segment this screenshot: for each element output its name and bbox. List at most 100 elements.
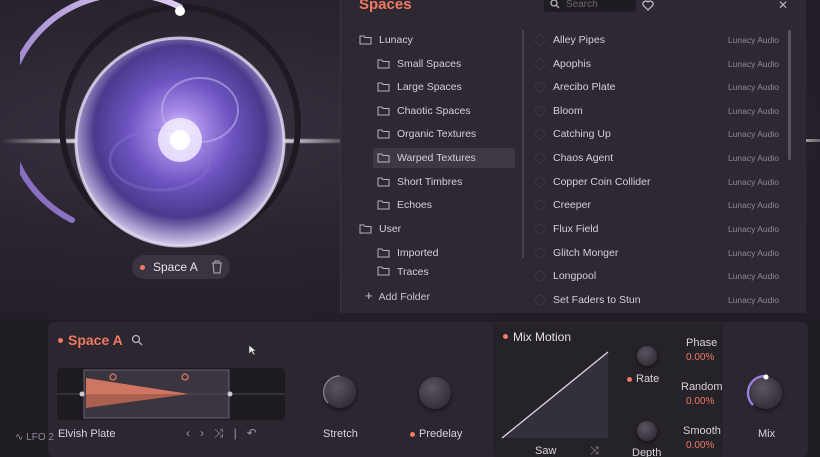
preset-row[interactable]: Apophis Lunacy Audio bbox=[531, 54, 789, 74]
preset-row[interactable]: Chaos Agent Lunacy Audio bbox=[531, 148, 789, 168]
preset-name: Bloom bbox=[553, 105, 583, 117]
modulation-dot bbox=[410, 431, 415, 437]
folder-lunacy[interactable]: Lunacy bbox=[359, 30, 413, 50]
active-dot bbox=[503, 334, 508, 339]
preset-vendor: Lunacy Audio bbox=[727, 153, 779, 163]
favorite-toggle[interactable] bbox=[535, 295, 545, 305]
favorite-toggle[interactable] bbox=[535, 35, 545, 45]
preset-name: Arecibo Plate bbox=[553, 81, 616, 93]
space-selector-pill[interactable]: Space A bbox=[132, 255, 230, 279]
orb-arc-handle[interactable] bbox=[175, 6, 185, 16]
depth-knob[interactable] bbox=[637, 421, 657, 441]
folder-imported[interactable]: Imported bbox=[377, 243, 438, 263]
preset-vendor: Lunacy Audio bbox=[727, 82, 779, 92]
favorite-toggle[interactable] bbox=[535, 129, 545, 139]
folder-chaotic-spaces[interactable]: Chaotic Spaces bbox=[377, 101, 471, 121]
folder-echoes[interactable]: Echoes bbox=[377, 195, 432, 215]
separator: | bbox=[233, 426, 237, 440]
favorite-toggle[interactable] bbox=[535, 59, 545, 69]
folder-label: Traces bbox=[397, 266, 429, 278]
preset-row[interactable]: Catching Up Lunacy Audio bbox=[531, 124, 789, 144]
undo-icon[interactable]: ↶ bbox=[247, 426, 257, 441]
preset-row[interactable]: Alley Pipes Lunacy Audio bbox=[531, 30, 789, 50]
preset-row[interactable]: Glitch Monger Lunacy Audio bbox=[531, 243, 789, 263]
preset-row[interactable]: Flux Field Lunacy Audio bbox=[531, 219, 789, 239]
trash-icon[interactable] bbox=[210, 259, 224, 275]
smooth-value[interactable]: 0.00% bbox=[686, 440, 714, 451]
folder-label: User bbox=[379, 223, 402, 235]
ir-navigation: ‹ › ⤨ | ↶ bbox=[186, 426, 257, 441]
preset-name: Chaos Agent bbox=[553, 152, 614, 164]
stretch-knob-arc bbox=[322, 375, 341, 404]
preset-name: Set Faders to Stun bbox=[553, 294, 641, 306]
chevron-left-icon[interactable]: ‹ bbox=[186, 426, 190, 441]
folder-icon bbox=[377, 106, 390, 116]
preset-scrollbar[interactable] bbox=[788, 30, 791, 160]
phase-label: Phase bbox=[686, 337, 718, 349]
favorite-toggle[interactable] bbox=[535, 224, 545, 234]
preset-vendor: Lunacy Audio bbox=[727, 295, 779, 305]
space-label: Space A bbox=[153, 260, 198, 274]
ir-waveform-display[interactable] bbox=[57, 368, 285, 420]
shuffle-icon[interactable]: ⤨ bbox=[214, 426, 224, 441]
folder-icon bbox=[359, 35, 372, 45]
depth-label: Depth bbox=[632, 447, 662, 457]
shuffle-icon[interactable]: ⤨ bbox=[590, 445, 599, 457]
favorite-toggle[interactable] bbox=[535, 106, 545, 116]
search-placeholder: Search bbox=[566, 0, 598, 10]
lfo-waveform-display[interactable] bbox=[500, 350, 612, 440]
search-input[interactable]: Search bbox=[544, 0, 636, 12]
favorite-toggle[interactable] bbox=[535, 271, 545, 281]
lfo-wave-icon: ∿ bbox=[15, 432, 24, 443]
favorite-toggle[interactable] bbox=[535, 248, 545, 258]
wave-shape-label[interactable]: Saw bbox=[535, 445, 556, 457]
preset-name: Copper Coin Collider bbox=[553, 176, 651, 188]
folder-icon bbox=[377, 266, 390, 276]
folder-label: Echoes bbox=[397, 199, 433, 211]
folder-warped-textures[interactable]: Warped Textures bbox=[373, 148, 515, 168]
random-label: Random bbox=[681, 381, 723, 393]
add-folder-label: Add Folder bbox=[378, 291, 430, 303]
add-folder-button[interactable]: + Add Folder bbox=[365, 288, 430, 303]
folder-user[interactable]: User bbox=[359, 219, 401, 239]
preset-vendor: Lunacy Audio bbox=[727, 224, 779, 234]
phase-value[interactable]: 0.00% bbox=[686, 352, 714, 363]
chevron-right-icon[interactable]: › bbox=[200, 426, 204, 441]
folder-traces[interactable]: Traces bbox=[377, 266, 429, 278]
preset-row[interactable]: Longpool Lunacy Audio bbox=[531, 266, 789, 286]
mouse-cursor-icon bbox=[248, 344, 257, 356]
preset-vendor: Lunacy Audio bbox=[727, 248, 779, 258]
smooth-label: Smooth bbox=[683, 425, 721, 437]
preset-vendor: Lunacy Audio bbox=[727, 59, 779, 69]
modulation-dot bbox=[627, 376, 632, 382]
predelay-knob[interactable] bbox=[419, 377, 451, 409]
favorite-toggle[interactable] bbox=[535, 153, 545, 163]
folder-label: Warped Textures bbox=[397, 152, 476, 164]
space-orb[interactable] bbox=[20, 0, 350, 250]
random-value[interactable]: 0.00% bbox=[686, 396, 714, 407]
search-icon[interactable] bbox=[131, 334, 143, 346]
favorite-toggle[interactable] bbox=[535, 82, 545, 92]
selection-start-handle[interactable] bbox=[79, 391, 85, 397]
folder-large-spaces[interactable]: Large Spaces bbox=[377, 77, 462, 97]
preset-row[interactable]: Copper Coin Collider Lunacy Audio bbox=[531, 172, 789, 192]
close-icon[interactable]: ✕ bbox=[778, 0, 788, 12]
folder-organic-textures[interactable]: Organic Textures bbox=[377, 124, 476, 144]
folder-icon bbox=[377, 153, 390, 163]
preset-name: Alley Pipes bbox=[553, 34, 605, 46]
folder-scrollbar[interactable] bbox=[522, 30, 524, 258]
folder-short-timbres[interactable]: Short Timbres bbox=[377, 172, 462, 192]
preset-row[interactable]: Arecibo Plate Lunacy Audio bbox=[531, 77, 789, 97]
preset-vendor: Lunacy Audio bbox=[727, 106, 779, 116]
preset-row[interactable]: Set Faders to Stun Lunacy Audio bbox=[531, 290, 789, 310]
preset-row[interactable]: Creeper Lunacy Audio bbox=[531, 195, 789, 215]
preset-row[interactable]: Bloom Lunacy Audio bbox=[531, 101, 789, 121]
heart-icon[interactable] bbox=[641, 0, 655, 12]
rate-knob[interactable] bbox=[637, 346, 657, 366]
folder-small-spaces[interactable]: Small Spaces bbox=[377, 54, 461, 74]
selection-end-handle[interactable] bbox=[227, 391, 233, 397]
favorite-toggle[interactable] bbox=[535, 177, 545, 187]
folder-label: Small Spaces bbox=[397, 58, 462, 70]
folder-icon bbox=[377, 59, 390, 69]
favorite-toggle[interactable] bbox=[535, 200, 545, 210]
